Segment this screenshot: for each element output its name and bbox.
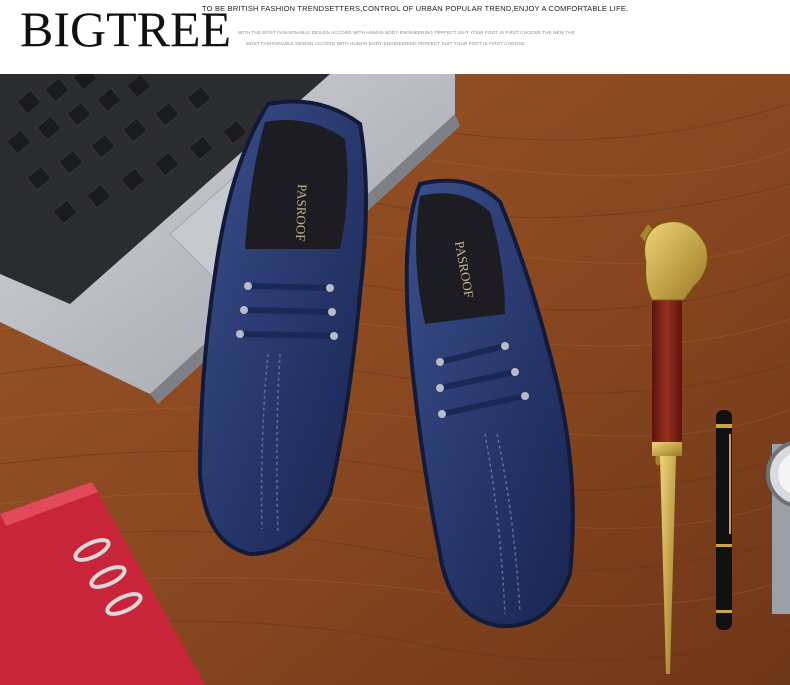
brand-subline-2: MOST FASHIONABLE DESIGN ACCORD WITH HUMA… xyxy=(246,41,525,46)
product-photo: PASROOF PASROOF xyxy=(0,74,790,685)
brand-tagline: TO BE BRITISH FASHION TRENDSETTERS,CONTR… xyxy=(202,4,629,13)
brand-logo: BIGTREE xyxy=(20,1,232,57)
insole-brand-left: PASROOF xyxy=(293,184,310,242)
fountain-pen xyxy=(716,410,732,630)
header-banner: BIGTREE TO BE BRITISH FASHION TRENDSETTE… xyxy=(0,0,790,74)
brand-subline-1: WITH THE MOST FASHIONABLE DESIGN ACCORD … xyxy=(238,30,575,35)
